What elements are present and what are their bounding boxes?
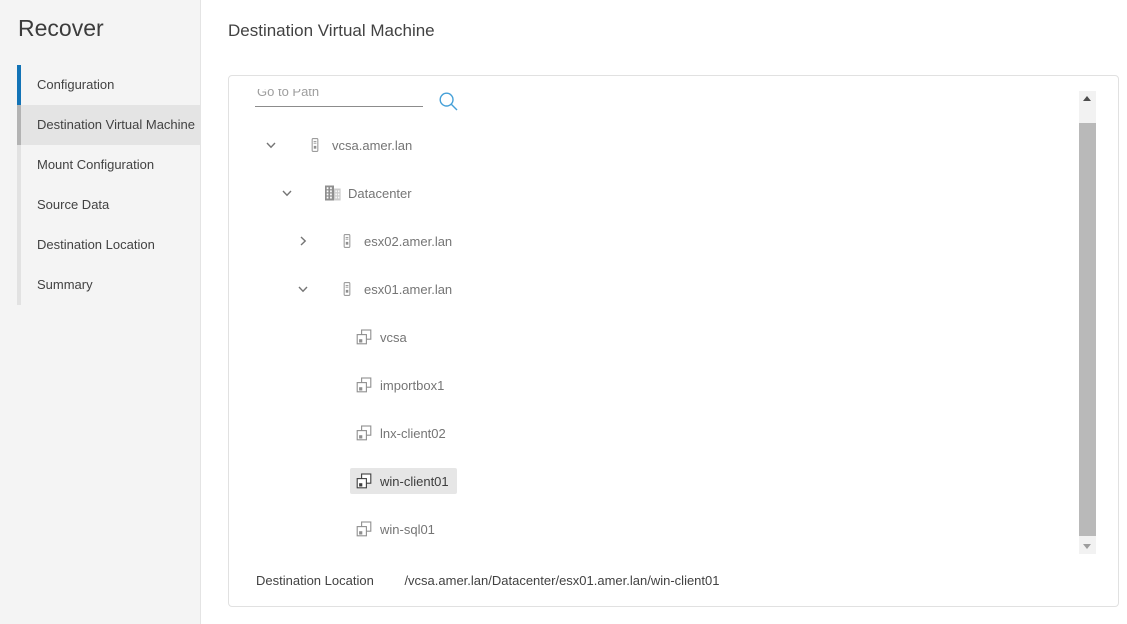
tree-item-vcsa-amer-lan[interactable]: vcsa.amer.lan: [230, 121, 1072, 169]
step-destination-virtual-machine[interactable]: Destination Virtual Machine: [17, 105, 200, 145]
scroll-down-button[interactable]: [1079, 537, 1096, 554]
vm-icon: [356, 425, 380, 441]
scrollbar-thumb[interactable]: [1079, 123, 1096, 536]
esx-host-icon: [340, 233, 364, 249]
tree-item-label: win-sql01: [380, 522, 435, 537]
step-label: Destination Virtual Machine: [37, 117, 195, 132]
step-label: Source Data: [37, 197, 109, 212]
vm-icon: [356, 329, 380, 345]
tree-scroll-area[interactable]: vcsa.amer.lan Datacenter e: [230, 89, 1072, 554]
tree-item-label: importbox1: [380, 378, 444, 393]
destination-picker-card: vcsa.amer.lan Datacenter e: [228, 75, 1119, 607]
datacenter-icon: [324, 185, 348, 201]
tree-item-label: esx02.amer.lan: [364, 234, 452, 249]
vm-icon: [356, 377, 380, 393]
tree-item-win-sql01[interactable]: win-sql01: [230, 505, 1072, 553]
vcenter-server-icon: [308, 137, 332, 153]
go-to-path-input[interactable]: [255, 89, 419, 101]
tree-item-importbox1[interactable]: importbox1: [230, 361, 1072, 409]
wizard-sidebar: Recover Configuration Destination Virtua…: [0, 0, 201, 624]
tree-item-label: Datacenter: [348, 186, 412, 201]
tree-item-label: win-client01: [380, 474, 449, 489]
step-mount-configuration[interactable]: Mount Configuration: [0, 145, 200, 185]
step-configuration[interactable]: Configuration: [0, 65, 200, 105]
tree-item-vcsa[interactable]: vcsa: [230, 313, 1072, 361]
destination-location-row: Destination Location /vcsa.amer.lan/Data…: [256, 573, 719, 588]
stepper-track: [17, 65, 21, 305]
tree-item-lnx-client02[interactable]: lnx-client02: [230, 409, 1072, 457]
destination-location-label: Destination Location: [256, 573, 374, 588]
destination-location-path: /vcsa.amer.lan/Datacenter/esx01.amer.lan…: [404, 573, 719, 588]
step-label: Destination Location: [37, 237, 155, 252]
tree-item-label: vcsa.amer.lan: [332, 138, 412, 153]
step-active-marker: [17, 105, 21, 145]
tree-item-label: vcsa: [380, 330, 407, 345]
step-source-data[interactable]: Source Data: [0, 185, 200, 225]
tree-item-label: lnx-client02: [380, 426, 446, 441]
selected-row-highlight: win-client01: [350, 468, 457, 494]
step-destination-location[interactable]: Destination Location: [0, 225, 200, 265]
inventory-tree: vcsa.amer.lan Datacenter e: [230, 121, 1072, 553]
tree-item-win-client01[interactable]: win-client01: [230, 457, 1072, 505]
step-label: Mount Configuration: [37, 157, 154, 172]
vm-icon: [356, 521, 380, 537]
step-label: Summary: [37, 277, 93, 292]
step-label: Configuration: [37, 77, 114, 92]
wizard-title: Recover: [18, 15, 104, 42]
wizard-stepper: Configuration Destination Virtual Machin…: [0, 65, 200, 305]
tree-item-esx01-amer-lan[interactable]: esx01.amer.lan: [230, 265, 1072, 313]
page-title: Destination Virtual Machine: [228, 21, 435, 41]
search-icon[interactable]: [438, 91, 459, 112]
tree-item-esx02-amer-lan[interactable]: esx02.amer.lan: [230, 217, 1072, 265]
step-summary[interactable]: Summary: [0, 265, 200, 305]
go-to-path-field: [230, 89, 1072, 121]
input-underline: [255, 106, 423, 107]
tree-item-label: esx01.amer.lan: [364, 282, 452, 297]
step-completed-marker: [17, 65, 21, 105]
tree-item-datacenter[interactable]: Datacenter: [230, 169, 1072, 217]
vm-icon: [356, 473, 380, 489]
scroll-up-button[interactable]: [1079, 91, 1096, 108]
esx-host-icon: [340, 281, 364, 297]
vertical-scrollbar[interactable]: [1079, 91, 1096, 554]
